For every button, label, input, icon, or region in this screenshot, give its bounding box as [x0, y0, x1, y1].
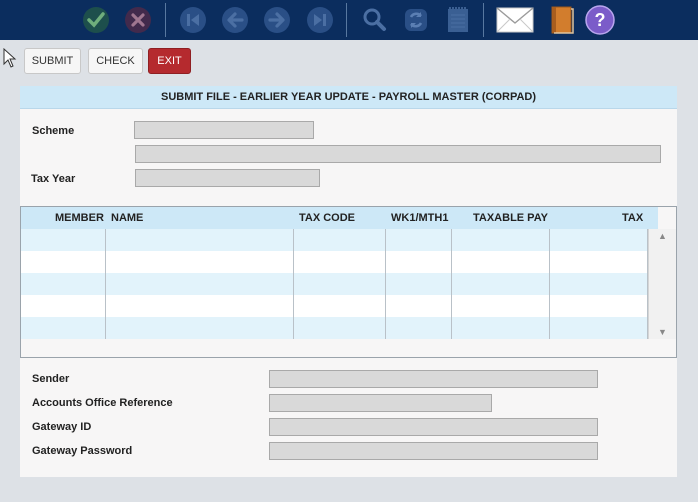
scheme-label: Scheme	[32, 125, 75, 137]
column-divider	[549, 229, 550, 339]
gateway-id-input[interactable]	[269, 418, 598, 436]
panel-title: SUBMIT FILE - EARLIER YEAR UPDATE - PAYR…	[20, 86, 677, 109]
gateway-password-input[interactable]	[269, 442, 598, 460]
mouse-cursor-icon	[3, 47, 17, 71]
column-header-tax-code[interactable]: TAX CODE	[299, 207, 355, 229]
search-magnifier-icon[interactable]	[358, 4, 390, 36]
help-icon[interactable]: ?	[584, 4, 616, 36]
gateway-password-label: Gateway Password	[32, 445, 133, 457]
scheme-input[interactable]	[134, 121, 314, 139]
column-header-taxable-pay[interactable]: TAXABLE PAY	[473, 207, 548, 229]
check-button[interactable]: CHECK	[88, 48, 143, 74]
column-divider	[105, 229, 106, 339]
gateway-id-label: Gateway ID	[32, 421, 92, 433]
column-divider	[451, 229, 452, 339]
submit-button[interactable]: SUBMIT	[24, 48, 81, 74]
last-record-icon[interactable]	[304, 4, 336, 36]
confirm-check-icon[interactable]	[80, 4, 112, 36]
scheme-name-field[interactable]	[135, 145, 661, 163]
scroll-down-arrow-icon[interactable]: ▼	[658, 327, 667, 337]
grid-vertical-scrollbar[interactable]: ▲ ▼	[648, 229, 676, 339]
table-row[interactable]	[21, 273, 648, 295]
book-icon[interactable]	[545, 4, 577, 36]
toolbar-separator	[483, 3, 484, 37]
first-record-icon[interactable]	[177, 4, 209, 36]
next-record-icon[interactable]	[261, 4, 293, 36]
sender-label: Sender	[32, 373, 70, 385]
tax-year-input[interactable]	[135, 169, 320, 187]
table-row[interactable]	[21, 229, 648, 251]
previous-record-icon[interactable]	[219, 4, 251, 36]
notepad-icon[interactable]	[442, 4, 474, 36]
column-divider	[293, 229, 294, 339]
table-row[interactable]	[21, 295, 648, 317]
column-header-name[interactable]: NAME	[111, 207, 143, 229]
refresh-icon[interactable]	[400, 4, 432, 36]
tax-year-label: Tax Year	[31, 173, 76, 185]
sender-input[interactable]	[269, 370, 598, 388]
toolbar-separator	[346, 3, 347, 37]
svg-text:?: ?	[595, 10, 606, 30]
cancel-x-icon[interactable]	[122, 4, 154, 36]
column-header-tax[interactable]: TAX	[622, 207, 643, 229]
table-row[interactable]	[21, 317, 648, 339]
accounts-office-reference-label: Accounts Office Reference	[32, 397, 173, 409]
table-row[interactable]	[21, 251, 648, 273]
submit-file-panel: SUBMIT FILE - EARLIER YEAR UPDATE - PAYR…	[20, 86, 677, 477]
grid-header: MEMBER NAME TAX CODE WK1/MTH1 TAXABLE PA…	[21, 207, 658, 229]
members-grid: MEMBER NAME TAX CODE WK1/MTH1 TAXABLE PA…	[20, 206, 677, 358]
toolbar-separator	[165, 3, 166, 37]
column-header-member[interactable]: MEMBER	[55, 207, 104, 229]
toolbar: ?	[0, 0, 698, 40]
exit-button[interactable]: EXIT	[148, 48, 191, 74]
column-header-wk1-mth1[interactable]: WK1/MTH1	[391, 207, 448, 229]
mail-envelope-icon[interactable]	[496, 4, 534, 36]
column-divider	[385, 229, 386, 339]
accounts-office-reference-input[interactable]	[269, 394, 492, 412]
scroll-up-arrow-icon[interactable]: ▲	[658, 231, 667, 241]
